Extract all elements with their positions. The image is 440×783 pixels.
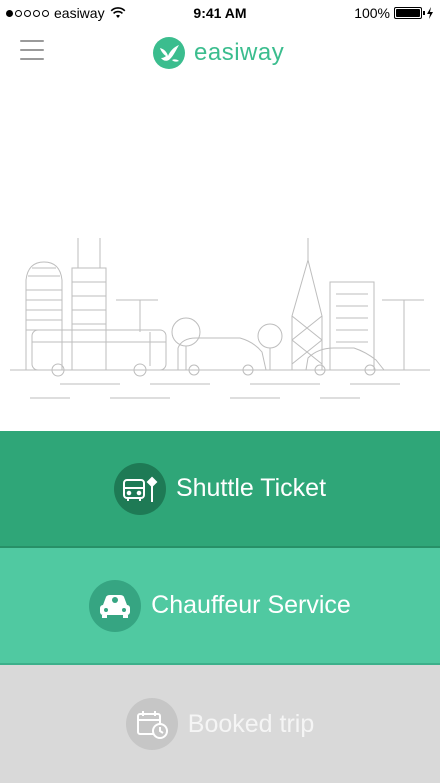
charging-icon: [427, 7, 433, 19]
booked-trip-label: Booked trip: [187, 709, 315, 738]
car-driver-icon: [89, 579, 142, 632]
app-header: easiway: [0, 28, 440, 74]
city-skyline-illustration: [10, 238, 430, 399]
bird-logo-icon: [153, 37, 185, 69]
shuttle-ticket-button[interactable]: Shuttle Ticket: [0, 431, 440, 548]
shuttle-ticket-label: Shuttle Ticket: [175, 474, 327, 502]
status-bar: easiway 9:41 AM 100%: [0, 0, 440, 28]
battery-icon: [394, 7, 425, 19]
calendar-clock-icon: [125, 698, 178, 750]
status-right: 100%: [354, 5, 434, 21]
app-name: easiway: [194, 39, 285, 66]
chauffeur-service-label: Chauffeur Service: [151, 591, 351, 619]
hamburger-menu-icon[interactable]: [20, 40, 44, 60]
booked-trip-button[interactable]: Booked trip: [0, 665, 440, 783]
app-logo: easiway: [152, 36, 284, 70]
battery-percent: 100%: [354, 5, 390, 21]
bus-stop-icon: [113, 462, 166, 515]
chauffeur-service-button[interactable]: Chauffeur Service: [0, 548, 440, 665]
